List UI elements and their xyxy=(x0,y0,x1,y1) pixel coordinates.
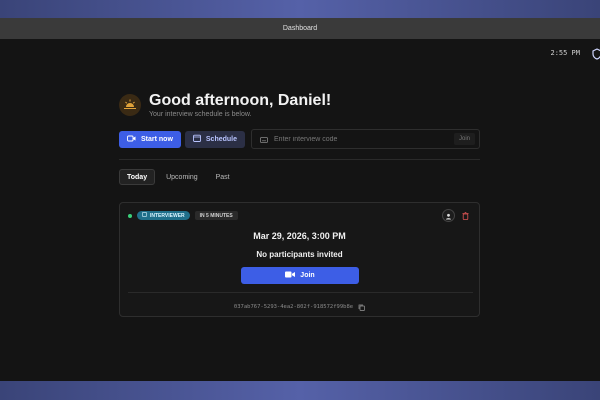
desktop-frame-bottom xyxy=(0,381,600,400)
invite-participant-button[interactable] xyxy=(442,209,455,222)
status-dot xyxy=(128,213,132,218)
action-bar: Start now Schedule Join xyxy=(119,129,480,149)
video-icon xyxy=(127,135,136,144)
greeting-title: Good afternoon, Daniel! xyxy=(149,92,332,109)
keyboard-icon xyxy=(260,130,268,148)
window-titlebar: Dashboard xyxy=(0,18,600,39)
participants-status: No participants invited xyxy=(256,250,343,259)
start-now-label: Start now xyxy=(141,135,173,143)
card-divider xyxy=(128,292,473,293)
schedule-label: Schedule xyxy=(205,135,238,143)
video-camera-icon xyxy=(285,271,296,280)
desktop-frame-top xyxy=(0,0,600,18)
join-code-button[interactable]: Join xyxy=(453,133,475,145)
section-divider xyxy=(119,159,480,160)
tab-today[interactable]: Today xyxy=(119,169,156,185)
interview-id: 037ab767-5293-4ea2-802f-918572f99b8e xyxy=(233,304,354,310)
role-badge: INTERVIEWER xyxy=(137,211,190,220)
start-now-button[interactable]: Start now xyxy=(119,130,181,148)
join-interview-label: Join xyxy=(300,272,315,279)
join-interview-button[interactable]: Join xyxy=(241,267,359,284)
interview-code-box: Join xyxy=(251,129,480,149)
interview-id-row: 037ab767-5293-4ea2-802f-918572f99b8e xyxy=(120,298,479,316)
clock: 2:55 PM xyxy=(550,49,580,57)
shield-icon[interactable] xyxy=(591,47,600,60)
user-icon xyxy=(445,207,452,225)
greeting-section: Good afternoon, Daniel! Your interview s… xyxy=(119,92,331,118)
interview-card: INTERVIEWER IN 5 MINUTES Mar 29, 2026, 3… xyxy=(119,202,480,317)
window-title: Dashboard xyxy=(282,25,318,32)
sunset-icon xyxy=(119,94,141,116)
id-card-icon xyxy=(142,212,148,219)
tab-upcoming[interactable]: Upcoming xyxy=(159,169,205,185)
calendar-icon xyxy=(192,134,201,144)
trash-icon xyxy=(462,207,469,225)
interview-datetime: Mar 29, 2026, 3:00 PM xyxy=(253,231,346,241)
app-content: 2:55 PM Good afternoon, Daniel! Your int… xyxy=(0,39,600,381)
tab-past[interactable]: Past xyxy=(209,169,237,185)
time-badge: IN 5 MINUTES xyxy=(194,211,238,220)
schedule-button[interactable]: Schedule xyxy=(184,130,246,148)
copy-icon[interactable] xyxy=(358,298,365,316)
interview-code-input[interactable] xyxy=(274,135,454,143)
greeting-subtitle: Your interview schedule is below. xyxy=(149,111,252,118)
delete-interview-button[interactable] xyxy=(459,209,472,222)
schedule-tabs: Today Upcoming Past xyxy=(119,169,237,185)
role-badge-label: INTERVIEWER xyxy=(150,212,185,219)
interview-card-header: INTERVIEWER IN 5 MINUTES xyxy=(128,211,238,220)
